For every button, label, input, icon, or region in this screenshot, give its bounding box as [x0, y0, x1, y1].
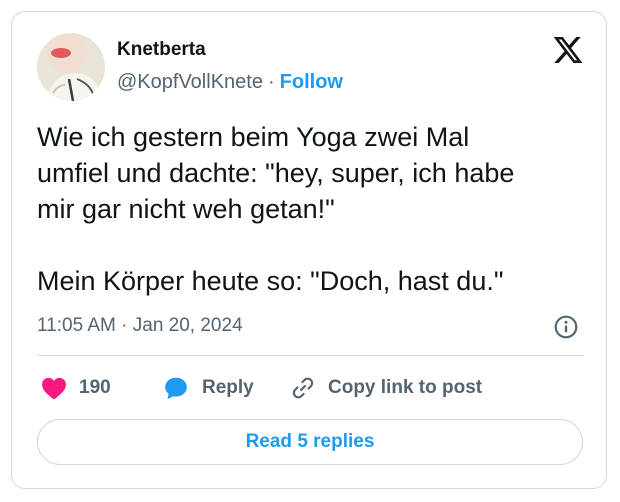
author-handle[interactable]: @KopfVollKnete: [117, 71, 263, 93]
follow-button[interactable]: Follow: [280, 71, 343, 93]
tweet-text: Wie ich gestern beim Yoga zwei Mal umfie…: [37, 122, 515, 296]
like-button[interactable]: 190: [41, 372, 111, 404]
copy-link-label: Copy link to post: [328, 377, 483, 398]
like-count: 190: [79, 377, 111, 398]
timestamp-separator: ·: [121, 315, 128, 336]
handle-separator: ·: [267, 71, 275, 93]
divider: [37, 355, 583, 356]
tweet-card: Knetberta @KopfVollKnete · Follow Wie ich …: [11, 11, 607, 489]
info-icon[interactable]: [553, 314, 579, 340]
tweet-date: Jan 20, 2024: [132, 315, 243, 336]
read-replies-button[interactable]: Read 5 replies: [37, 419, 583, 465]
link-icon: [292, 377, 314, 399]
reply-button[interactable]: Reply: [162, 372, 254, 404]
speech-bubble-icon: [165, 377, 187, 400]
x-logo-icon[interactable]: [552, 34, 584, 66]
heart-icon: [42, 377, 66, 400]
tweet-timestamp[interactable]: 11:05 AM · Jan 20, 2024: [37, 314, 243, 338]
reply-label: Reply: [202, 377, 254, 398]
author-handle-row: @KopfVollKnete · Follow: [117, 70, 343, 94]
avatar[interactable]: [37, 33, 105, 101]
tweet-time: 11:05 AM: [37, 315, 116, 336]
copy-link-button[interactable]: Copy link to post: [290, 372, 482, 404]
author-name[interactable]: Knetberta: [117, 38, 206, 62]
